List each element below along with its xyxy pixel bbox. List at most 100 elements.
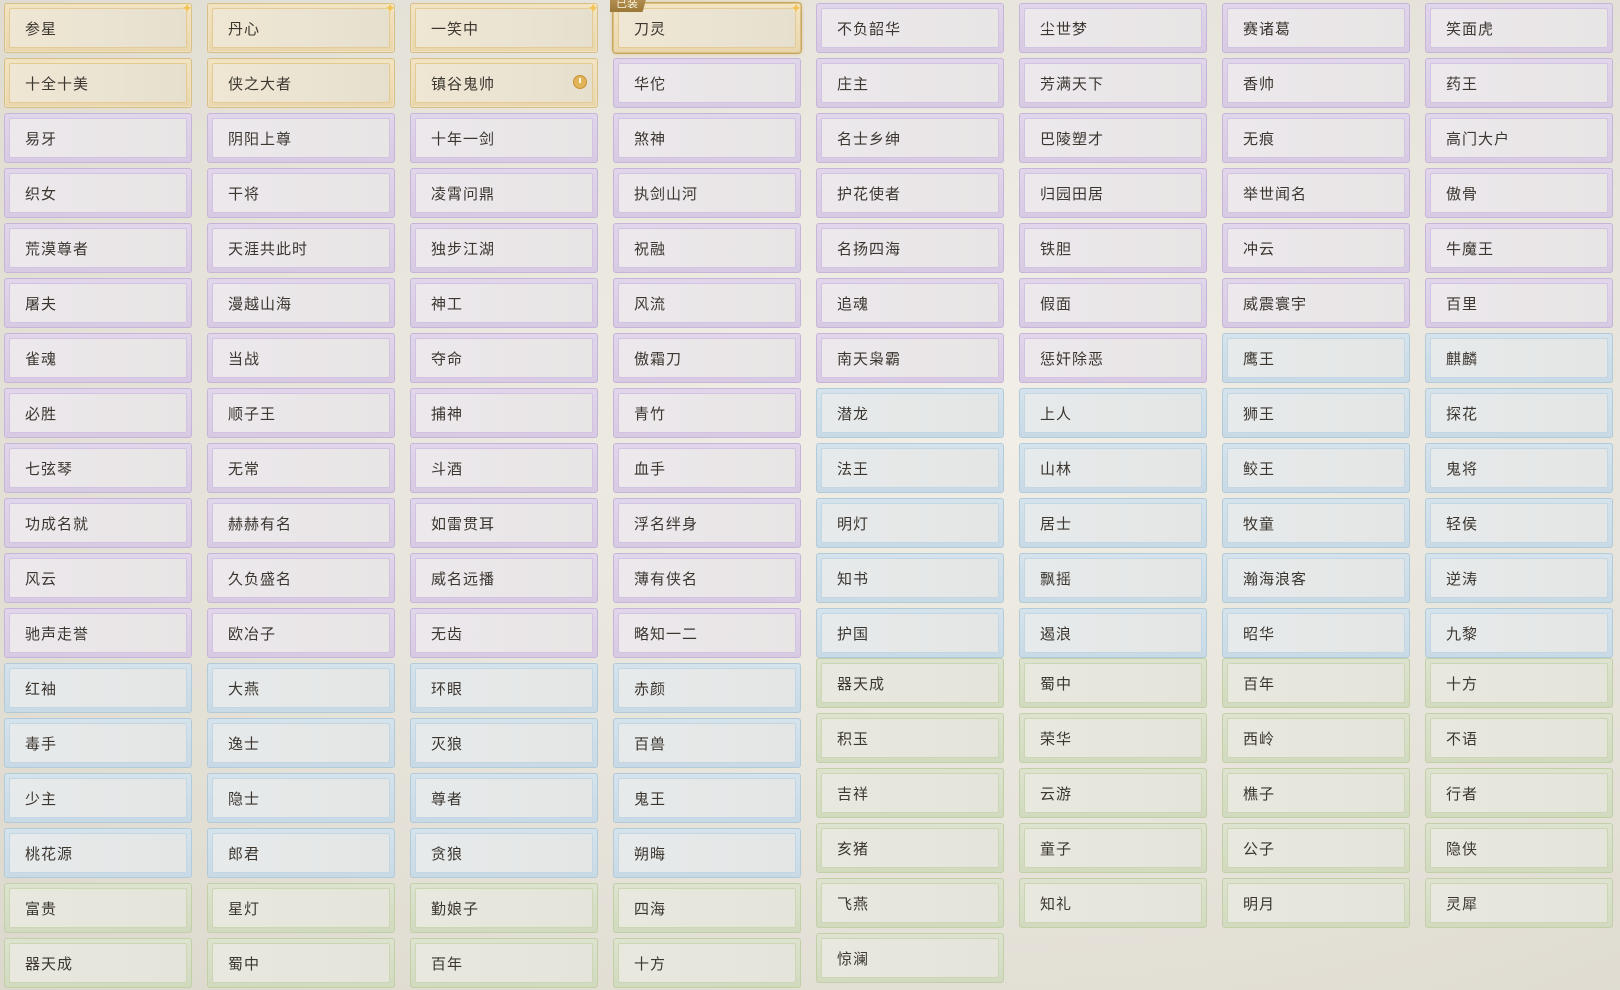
title-tile[interactable]: 惩奸除恶: [1019, 333, 1207, 383]
title-tile[interactable]: 略知一二: [613, 608, 801, 658]
title-tile[interactable]: 十年一剑: [410, 113, 598, 163]
title-tile[interactable]: 漫越山海: [207, 278, 395, 328]
title-tile[interactable]: 易牙: [4, 113, 192, 163]
title-tile[interactable]: 名士乡绅: [816, 113, 1004, 163]
title-tile[interactable]: 百里: [1425, 278, 1613, 328]
title-tile[interactable]: 风流: [613, 278, 801, 328]
title-tile[interactable]: 九黎: [1425, 608, 1613, 658]
title-tile[interactable]: 少主: [4, 773, 192, 823]
title-tile[interactable]: 山林: [1019, 443, 1207, 493]
title-tile[interactable]: 朔晦: [613, 828, 801, 878]
title-tile[interactable]: 欧冶子: [207, 608, 395, 658]
title-tile[interactable]: 鲛王: [1222, 443, 1410, 493]
title-tile[interactable]: 参星 ✦: [4, 2, 193, 53]
title-tile[interactable]: 鬼王: [613, 773, 801, 823]
title-tile[interactable]: 法王: [816, 443, 1004, 493]
title-tile[interactable]: 蜀中: [1019, 658, 1207, 708]
title-tile[interactable]: 贪狼: [410, 828, 598, 878]
title-tile[interactable]: 器天成: [816, 658, 1004, 708]
title-tile[interactable]: 遏浪: [1019, 608, 1207, 658]
title-tile[interactable]: 百兽: [613, 718, 801, 768]
title-tile[interactable]: 名扬四海: [816, 223, 1004, 273]
title-tile[interactable]: 屠夫: [4, 278, 192, 328]
title-tile[interactable]: 归园田居: [1019, 168, 1207, 218]
title-tile[interactable]: 逆涛: [1425, 553, 1613, 603]
title-tile[interactable]: 十方: [613, 938, 801, 988]
title-tile[interactable]: 星灯: [207, 883, 395, 933]
title-tile[interactable]: 功成名就: [4, 498, 192, 548]
title-tile[interactable]: 知礼: [1019, 878, 1207, 928]
title-tile[interactable]: 无常: [207, 443, 395, 493]
title-tile[interactable]: 巴陵塑才: [1019, 113, 1207, 163]
title-tile[interactable]: 隐士: [207, 773, 395, 823]
title-tile[interactable]: 久负盛名: [207, 553, 395, 603]
title-tile[interactable]: 薄有侠名: [613, 553, 801, 603]
title-tile[interactable]: 药王: [1425, 58, 1613, 108]
title-tile[interactable]: 飞燕: [816, 878, 1004, 928]
title-tile[interactable]: 驰声走誉: [4, 608, 192, 658]
title-tile[interactable]: 赛诸葛: [1222, 3, 1410, 53]
title-tile[interactable]: 芳满天下: [1019, 58, 1207, 108]
title-tile[interactable]: 夺命: [410, 333, 598, 383]
title-tile[interactable]: 尊者: [410, 773, 598, 823]
title-tile[interactable]: 探花: [1425, 388, 1613, 438]
title-tile[interactable]: 勤娘子: [410, 883, 598, 933]
title-tile[interactable]: 不负韶华: [816, 3, 1004, 53]
title-tile[interactable]: 浮名绊身: [613, 498, 801, 548]
title-tile[interactable]: 雀魂: [4, 333, 192, 383]
title-tile[interactable]: 童子: [1019, 823, 1207, 873]
title-tile[interactable]: 护花使者: [816, 168, 1004, 218]
title-tile[interactable]: 干将: [207, 168, 395, 218]
title-tile[interactable]: 刀灵 ✦ 已装: [610, 0, 802, 53]
title-tile[interactable]: 祝融: [613, 223, 801, 273]
title-tile[interactable]: 阴阳上尊: [207, 113, 395, 163]
title-tile[interactable]: 知书: [816, 553, 1004, 603]
title-tile[interactable]: 香帅: [1222, 58, 1410, 108]
title-tile[interactable]: 一笑中 ✦: [410, 2, 599, 53]
title-tile[interactable]: 十方: [1425, 658, 1613, 708]
title-tile[interactable]: 无痕: [1222, 113, 1410, 163]
title-tile[interactable]: 顺子王: [207, 388, 395, 438]
title-tile[interactable]: 织女: [4, 168, 192, 218]
title-tile[interactable]: 毒手: [4, 718, 192, 768]
title-tile[interactable]: 灵犀: [1425, 878, 1613, 928]
title-tile[interactable]: 灭狼: [410, 718, 598, 768]
title-tile[interactable]: 赤颜: [613, 663, 801, 713]
title-tile[interactable]: 七弦琴: [4, 443, 192, 493]
title-tile[interactable]: 牛魔王: [1425, 223, 1613, 273]
title-tile[interactable]: 百年: [1222, 658, 1410, 708]
title-tile[interactable]: 南天枭霸: [816, 333, 1004, 383]
title-tile[interactable]: 斗酒: [410, 443, 598, 493]
title-tile[interactable]: 不语: [1425, 713, 1613, 763]
title-tile[interactable]: 明灯: [816, 498, 1004, 548]
title-tile[interactable]: 器天成: [4, 938, 192, 988]
title-tile[interactable]: 红袖: [4, 663, 192, 713]
title-tile[interactable]: 必胜: [4, 388, 192, 438]
title-tile[interactable]: 逸士: [207, 718, 395, 768]
title-tile[interactable]: 无齿: [410, 608, 598, 658]
title-tile[interactable]: 傲霜刀: [613, 333, 801, 383]
title-tile[interactable]: 威震寰宇: [1222, 278, 1410, 328]
title-tile[interactable]: 丹心 ✦: [207, 2, 396, 53]
title-tile[interactable]: 独步江湖: [410, 223, 598, 273]
title-tile[interactable]: 铁胆: [1019, 223, 1207, 273]
title-tile[interactable]: 积玉: [816, 713, 1004, 763]
title-tile[interactable]: 华佗: [613, 58, 801, 108]
title-tile[interactable]: 镇谷鬼帅: [410, 58, 598, 108]
title-tile[interactable]: 高门大户: [1425, 113, 1613, 163]
title-tile[interactable]: 惊澜: [816, 933, 1004, 983]
title-tile[interactable]: 环眼: [410, 663, 598, 713]
title-tile[interactable]: 富贵: [4, 883, 192, 933]
title-tile[interactable]: 笑面虎: [1425, 3, 1613, 53]
title-tile[interactable]: 鬼将: [1425, 443, 1613, 493]
title-tile[interactable]: 庄主: [816, 58, 1004, 108]
title-tile[interactable]: 冲云: [1222, 223, 1410, 273]
title-tile[interactable]: 煞神: [613, 113, 801, 163]
title-tile[interactable]: 公子: [1222, 823, 1410, 873]
title-tile[interactable]: 西岭: [1222, 713, 1410, 763]
title-tile[interactable]: 百年: [410, 938, 598, 988]
title-tile[interactable]: 举世闻名: [1222, 168, 1410, 218]
title-tile[interactable]: 凌霄问鼎: [410, 168, 598, 218]
title-tile[interactable]: 四海: [613, 883, 801, 933]
title-tile[interactable]: 蜀中: [207, 938, 395, 988]
